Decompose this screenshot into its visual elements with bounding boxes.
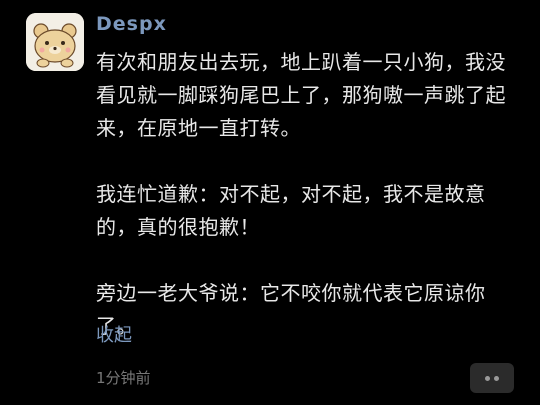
avatar[interactable] — [26, 13, 84, 71]
username[interactable]: Despx — [96, 12, 167, 36]
post-content: 有次和朋友出去玩，地上趴着一只小狗，我没看见就一脚踩狗尾巴上了，那狗嗷一声跳了起… — [96, 46, 521, 343]
cartoon-bear-icon — [26, 13, 84, 71]
timestamp: 1分钟前 — [96, 369, 151, 387]
post-paragraph: 有次和朋友出去玩，地上趴着一只小狗，我没看见就一脚踩狗尾巴上了，那狗嗷一声跳了起… — [96, 50, 506, 140]
ellipsis-icon — [483, 375, 501, 381]
post-paragraph: 我连忙道歉：对不起，对不起，我不是故意的，真的很抱歉！ — [96, 182, 486, 239]
collapse-link[interactable]: 收起 — [96, 322, 132, 350]
post-paragraph: 旁边一老大爷说：它不咬你就代表它原谅你了。 — [96, 281, 486, 338]
more-options-button[interactable] — [470, 363, 514, 393]
